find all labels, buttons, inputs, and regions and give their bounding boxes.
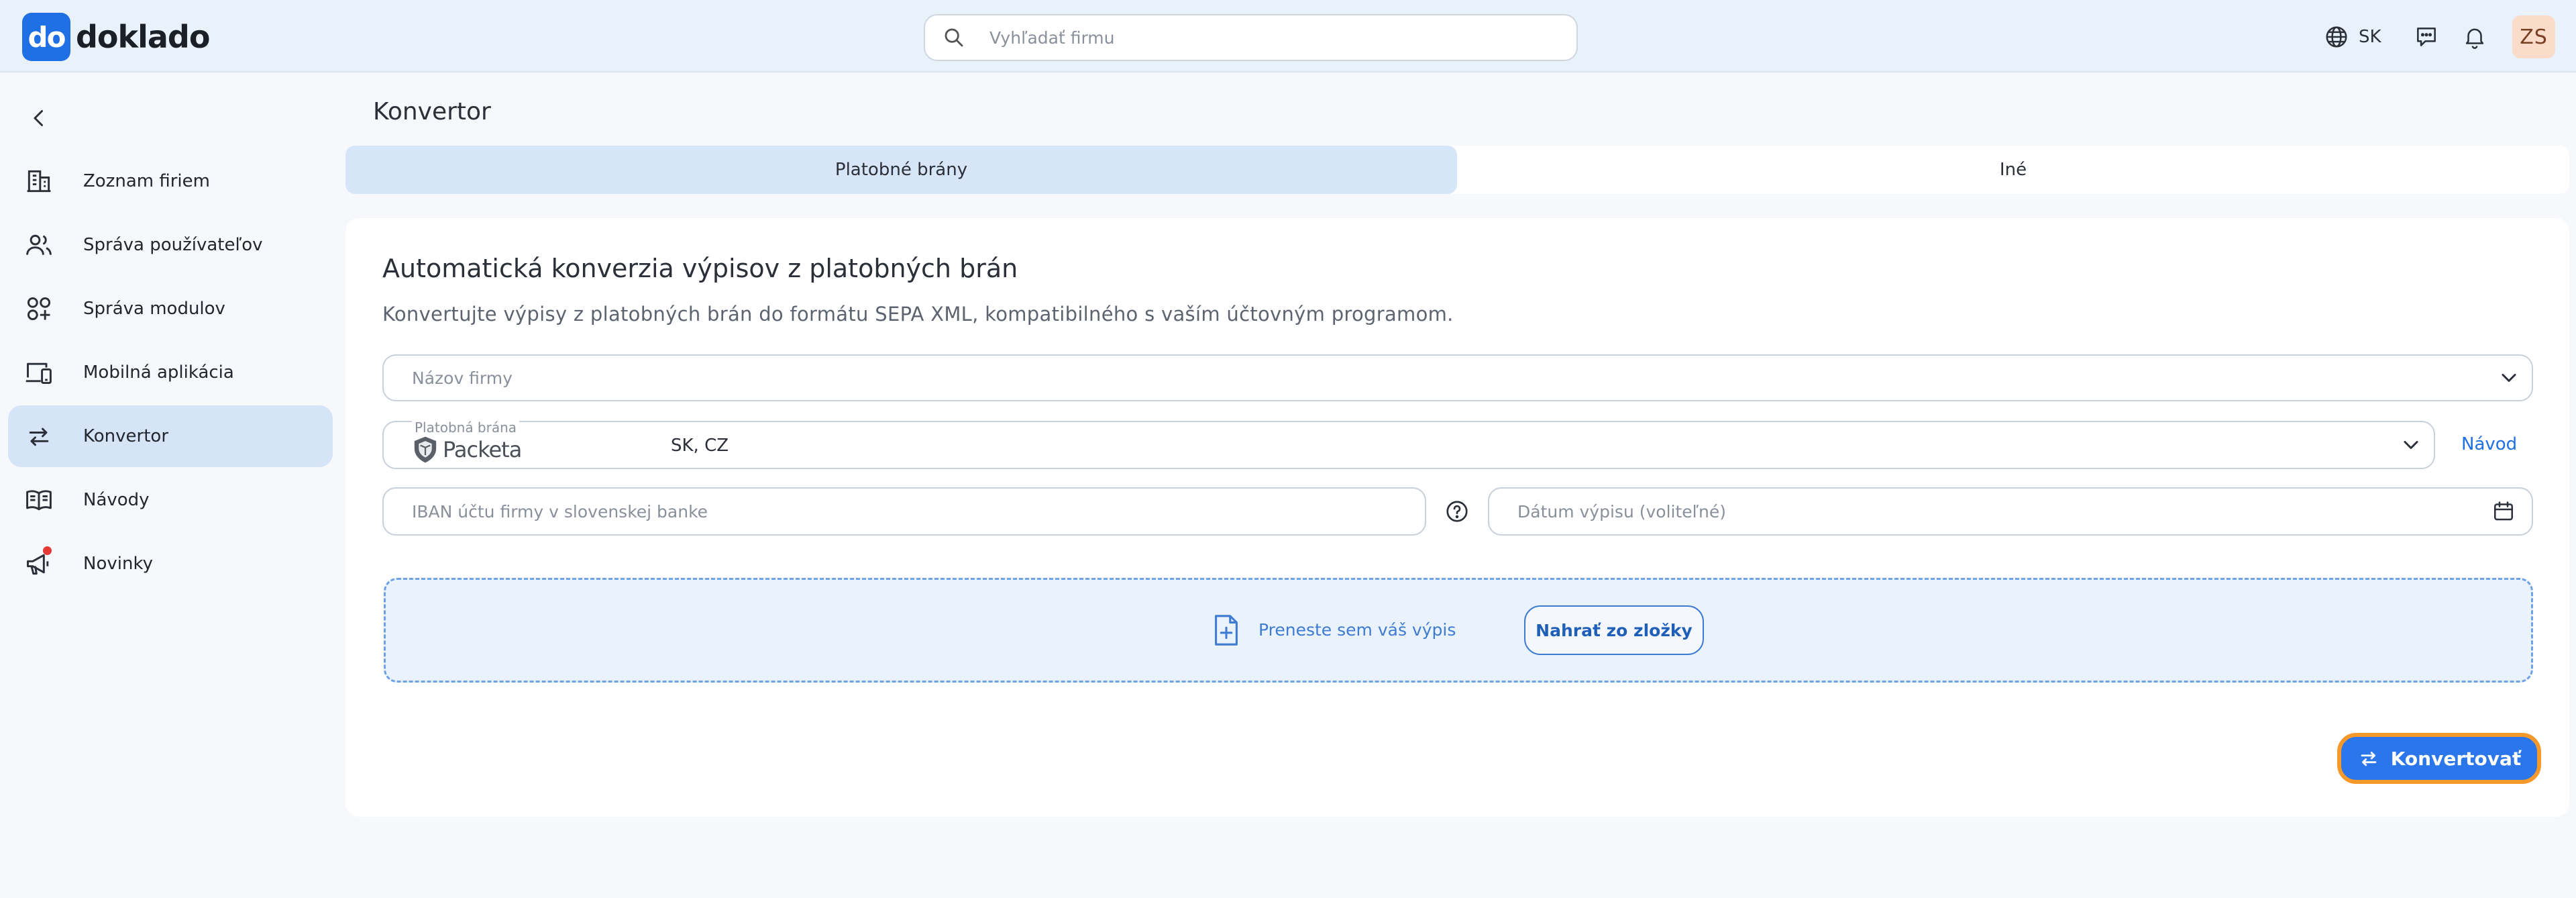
guide-link[interactable]: Návod [2461, 434, 2517, 454]
search-input[interactable] [989, 28, 1526, 48]
statement-date-field[interactable]: Dátum výpisu (voliteľné) [1488, 487, 2533, 536]
upload-from-folder-button[interactable]: Nahrať zo zložky [1524, 605, 1704, 655]
app-logo[interactable]: do doklado [22, 13, 210, 61]
logo-text: doklado [76, 19, 210, 55]
calendar-icon[interactable] [2491, 499, 2516, 523]
sidebar-item-label: Správa používateľov [83, 235, 263, 255]
sidebar-item-label: Novinky [83, 554, 153, 574]
packeta-shield-icon [414, 436, 437, 463]
sidebar-item-label: Zoznam firiem [83, 171, 210, 191]
book-icon [26, 490, 52, 511]
sidebar-item-mobile-app[interactable]: Mobilná aplikácia [8, 342, 333, 403]
bell-icon[interactable] [2462, 24, 2487, 50]
payment-gateway-value: SK, CZ [671, 436, 729, 456]
company-select-placeholder: Názov firmy [412, 368, 513, 388]
sidebar-item-guides[interactable]: Návody [8, 469, 333, 531]
tab-other[interactable]: Iné [1457, 146, 2569, 194]
sidebar-item-label: Správa modulov [83, 299, 225, 319]
mobile-app-icon [25, 362, 52, 385]
iban-placeholder: IBAN účtu firmy v slovenskej banke [412, 501, 708, 521]
collapse-sidebar-icon[interactable] [27, 106, 51, 130]
sidebar-item-module-management[interactable]: Správa modulov [8, 278, 333, 340]
dropzone-text: Preneste sem váš výpis [1258, 620, 1456, 640]
packeta-logo: Packeta [412, 436, 522, 464]
statement-date-placeholder: Dátum výpisu (voliteľné) [1517, 501, 1727, 521]
search-icon [945, 28, 963, 47]
iban-field[interactable]: IBAN účtu firmy v slovenskej banke [382, 487, 1426, 536]
tab-payment-gateways[interactable]: Platobné brány [345, 146, 1457, 194]
top-bar: do doklado SK ZS [0, 0, 2576, 72]
card-title: Automatická konverzia výpisov z platobný… [382, 254, 1018, 283]
company-select[interactable]: Názov firmy [382, 354, 2533, 401]
page-title: Konvertor [373, 98, 491, 126]
chevron-down-icon [2404, 441, 2418, 449]
card-description: Konvertujte výpisy z platobných brán do … [382, 303, 1454, 326]
sidebar-item-news[interactable]: Novinky [8, 533, 333, 595]
language-switcher[interactable]: SK [2324, 24, 2381, 50]
building-icon [27, 170, 51, 193]
payment-gateway-select[interactable]: Platobná brána Packeta SK, CZ [382, 421, 2435, 469]
language-code: SK [2359, 27, 2381, 47]
users-icon [26, 234, 52, 255]
convert-icon [2361, 752, 2377, 766]
sidebar-item-label: Návody [83, 490, 150, 510]
help-icon[interactable] [1444, 499, 1470, 524]
sidebar-item-label: Mobilná aplikácia [83, 362, 234, 383]
file-add-icon [1215, 615, 1238, 646]
convert-icon [29, 428, 49, 446]
payment-gateway-label: Platobná brána [412, 421, 520, 434]
chat-icon[interactable] [2414, 24, 2439, 50]
modules-icon [27, 297, 51, 321]
tab-bar: Platobné brány Iné [345, 146, 2569, 194]
logo-mark: do [22, 13, 70, 61]
convert-button-label: Konvertovať [2390, 747, 2522, 770]
search-box[interactable] [924, 14, 1578, 61]
user-avatar[interactable]: ZS [2512, 15, 2555, 58]
notification-dot [43, 546, 52, 555]
file-dropzone[interactable] [384, 578, 2533, 683]
packeta-wordmark: Packeta [443, 437, 522, 462]
sidebar-item-converter[interactable]: Konvertor [8, 405, 333, 467]
sidebar-item-label: Konvertor [83, 426, 169, 446]
chevron-down-icon [2502, 374, 2516, 382]
sidebar-item-user-management[interactable]: Správa používateľov [8, 214, 333, 276]
convert-button[interactable]: Konvertovať [2337, 733, 2541, 784]
globe-icon [2326, 26, 2347, 48]
sidebar-item-company-list[interactable]: Zoznam firiem [8, 150, 333, 212]
